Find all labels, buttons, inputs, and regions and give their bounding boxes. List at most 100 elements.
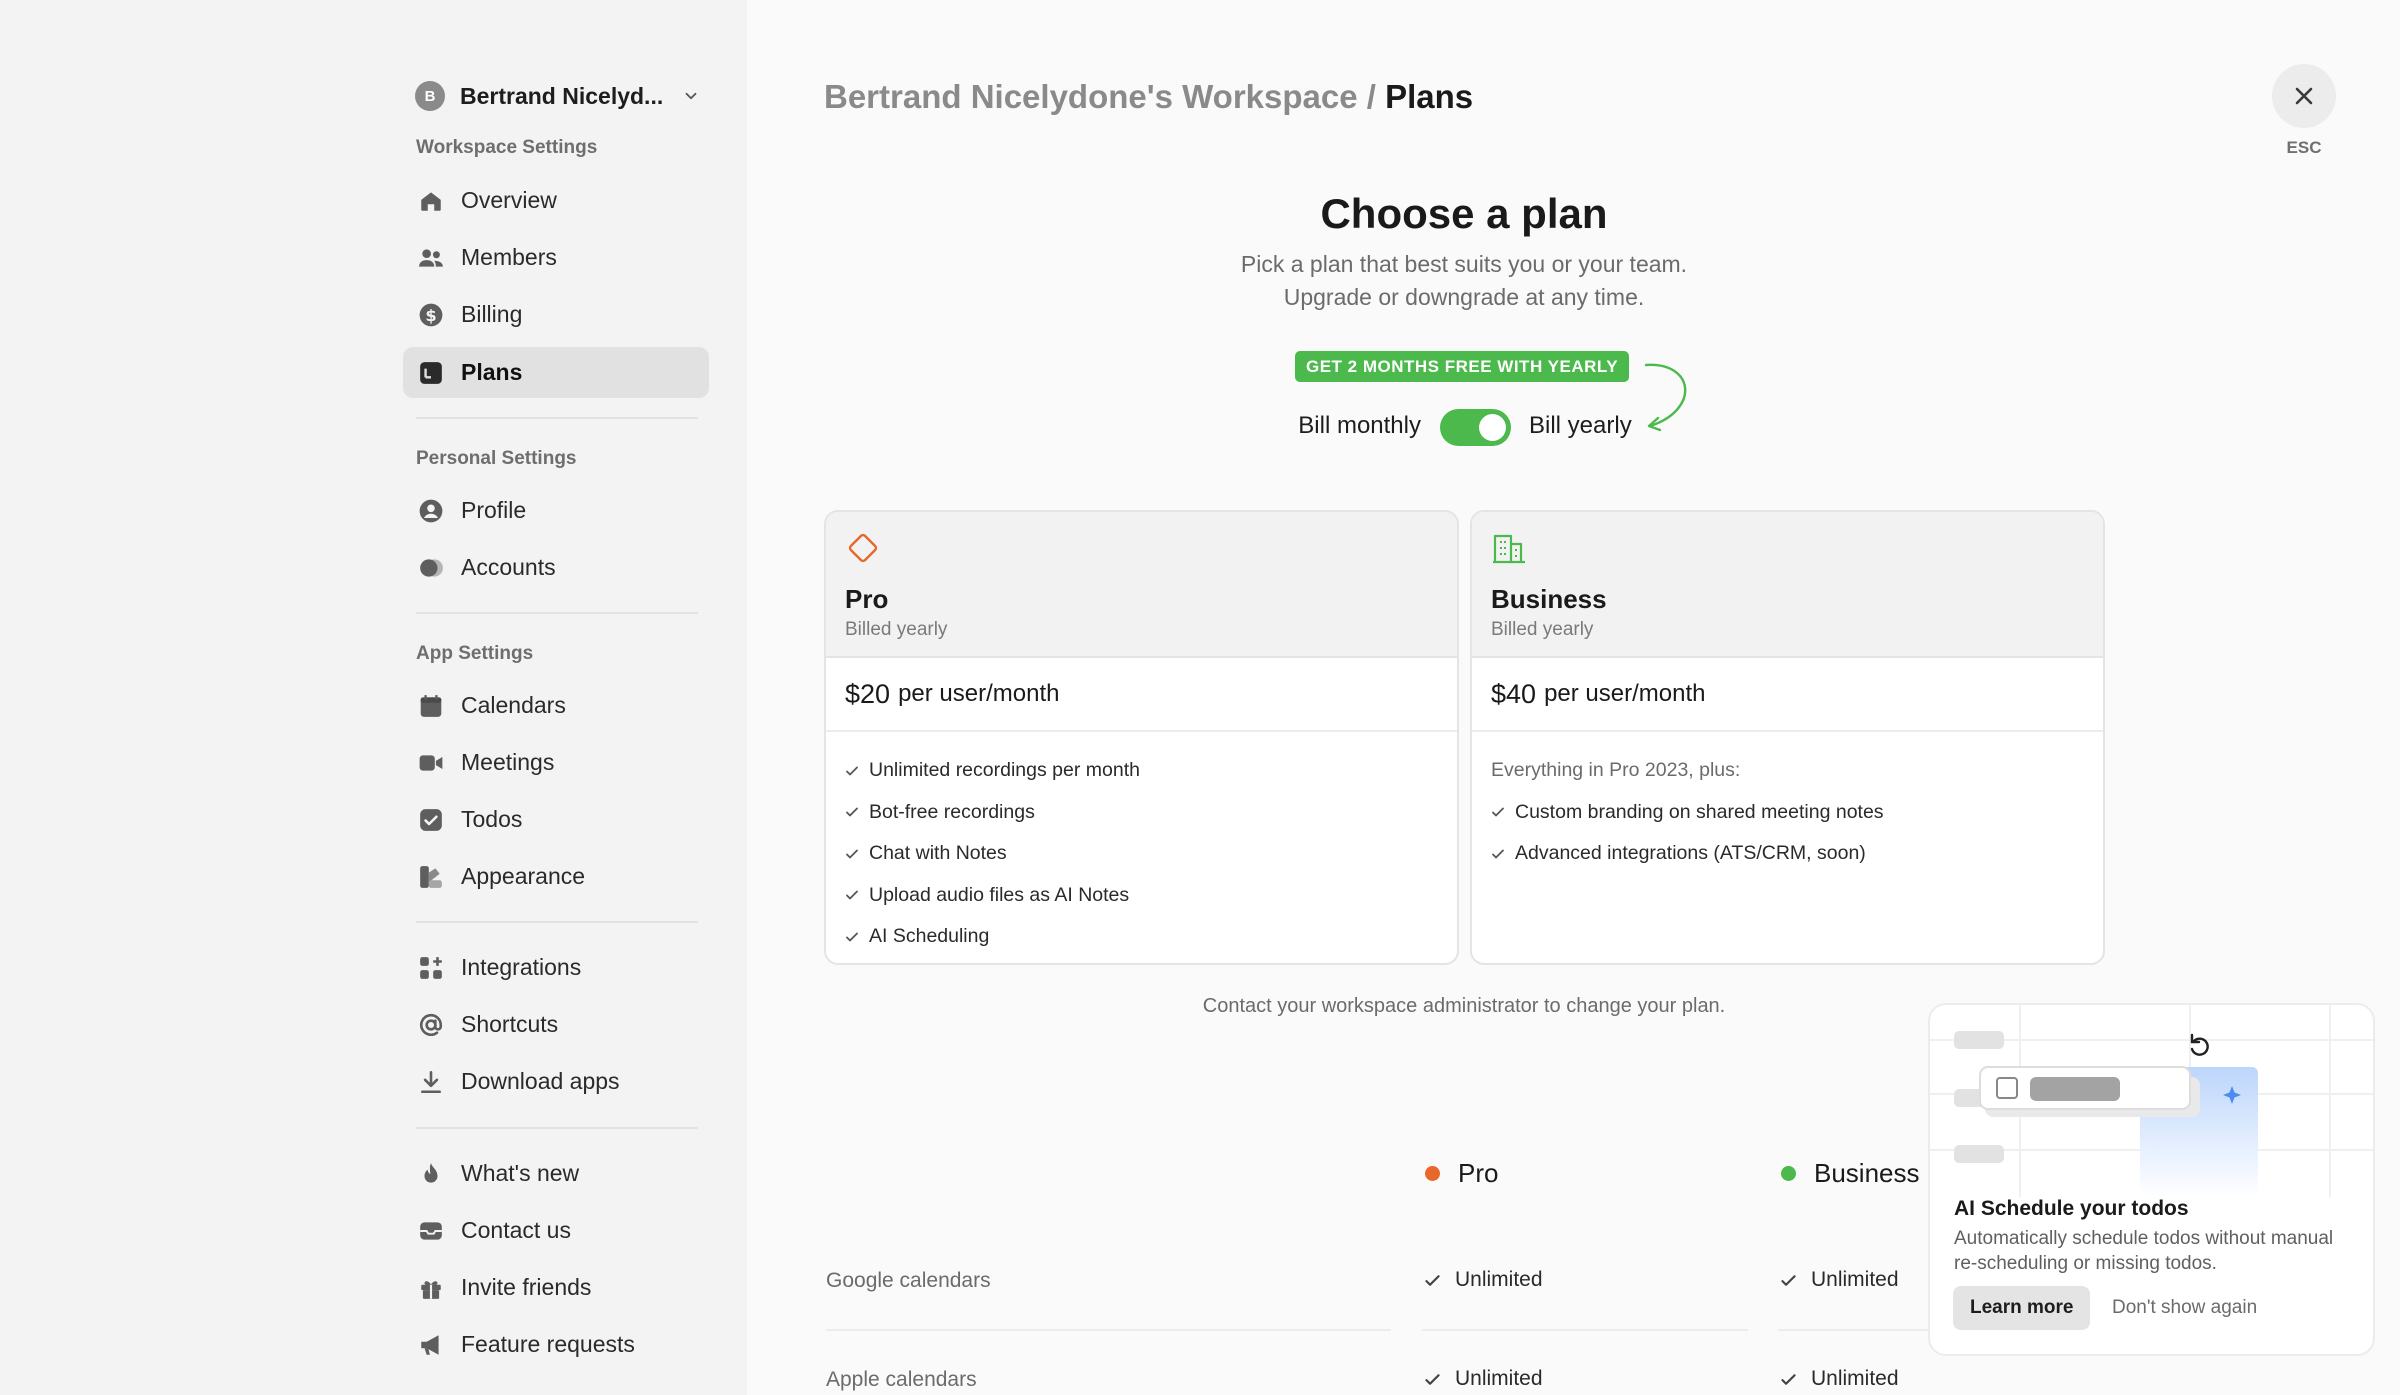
sidebar-item-members[interactable]: Members (403, 232, 709, 283)
sidebar-item-integrations[interactable]: Integrations (403, 942, 709, 993)
check-icon (1492, 849, 1504, 859)
sidebar-item-feature-requests[interactable]: Feature requests (403, 1319, 709, 1370)
workspace-avatar: B (415, 81, 445, 111)
plan-header: Pro Billed yearly (826, 512, 1457, 658)
sidebar-item-meetings[interactable]: Meetings (403, 737, 709, 788)
feature-text: Bot-free recordings (869, 800, 1035, 823)
megaphone-icon (417, 1331, 445, 1359)
contact-admin-note: Contact your workspace administrator to … (1202, 995, 1726, 1017)
popup-description: Automatically schedule todos without man… (1954, 1228, 2334, 1274)
plan-price: $40 per user/month (1472, 658, 2103, 732)
plans-icon (417, 359, 445, 387)
feature-item: Bot-free recordings (845, 792, 1438, 834)
price-amount: $40 (1491, 678, 1537, 709)
svg-text:$: $ (425, 305, 436, 324)
curved-arrow-icon (1644, 363, 1687, 432)
sidebar-item-billing[interactable]: $ Billing (403, 289, 709, 340)
sidebar-item-label: Feature requests (461, 1331, 635, 1357)
plan-price: $20 per user/month (826, 658, 1457, 732)
comparison-column-pro: Pro (1425, 1158, 1498, 1189)
sidebar-item-shortcuts[interactable]: Shortcuts (403, 999, 709, 1050)
schedule-illustration (1930, 1005, 2373, 1197)
sidebar-item-invite-friends[interactable]: Invite friends (403, 1262, 709, 1313)
sidebar-item-label: Appearance (461, 863, 586, 889)
page-title: Choose a plan (1320, 190, 1608, 237)
feature-item: Advanced integrations (ATS/CRM, soon) (1491, 833, 2084, 875)
sidebar-item-label: Invite friends (461, 1274, 592, 1300)
sidebar-item-accounts[interactable]: Accounts (403, 542, 709, 593)
sidebar-item-label: Accounts (461, 554, 556, 580)
accounts-icon (417, 554, 445, 582)
comparison-row-label: Google calendars (826, 1269, 991, 1292)
cell-value: Unlimited (1455, 1367, 1543, 1390)
row-divider (826, 1329, 1391, 1331)
sidebar-item-contact-us[interactable]: Contact us (403, 1205, 709, 1256)
divider (416, 921, 698, 923)
esc-hint: ESC (2286, 138, 2322, 157)
at-icon (417, 1011, 445, 1039)
breadcrumb-workspace[interactable]: Bertrand Nicelydone's Workspace / (824, 78, 1376, 115)
price-unit: per user/month (898, 680, 1060, 707)
close-button[interactable] (2272, 64, 2336, 128)
chevron-down-icon (685, 92, 697, 100)
sidebar: B Bertrand Nicelyd... Workspace Settings… (0, 0, 747, 1395)
sidebar-item-label: Integrations (461, 954, 582, 980)
check-icon (846, 807, 858, 817)
appearance-icon (417, 863, 445, 891)
comparison-cell: Unlimited (1780, 1367, 1899, 1391)
gift-icon (417, 1274, 445, 1302)
page-subtitle: Pick a plan that best suits you or your … (1240, 251, 1688, 310)
workspace-switcher[interactable]: B Bertrand Nicelyd... (415, 79, 700, 113)
dollar-icon: $ (417, 301, 445, 329)
plan-color-dot (1425, 1166, 1440, 1181)
row-divider (1422, 1329, 1748, 1331)
plan-card-pro: Pro Billed yearly $20 per user/month Unl… (824, 510, 1459, 965)
integrations-icon (417, 954, 445, 982)
column-title: Business (1814, 1158, 1920, 1188)
feature-text: Unlimited recordings per month (869, 759, 1140, 782)
download-icon (417, 1068, 445, 1096)
sidebar-item-whats-new[interactable]: What's new (403, 1148, 709, 1199)
personal-settings-label: Personal Settings (416, 448, 577, 469)
plan-billing-cycle: Billed yearly (1491, 619, 1594, 640)
billing-period-toggle[interactable] (1440, 409, 1511, 446)
plan-features: Unlimited recordings per month Bot-free … (826, 732, 1457, 958)
cell-value: Unlimited (1811, 1367, 1899, 1390)
dont-show-again-button[interactable]: Don't show again (2112, 1286, 2257, 1330)
calendar-icon (417, 692, 445, 720)
bill-monthly-label[interactable]: Bill monthly (1219, 412, 1421, 440)
check-icon (1781, 1373, 1796, 1385)
sidebar-item-download-apps[interactable]: Download apps (403, 1056, 709, 1107)
breadcrumb-current: Plans (1385, 78, 1474, 115)
sidebar-item-label: Shortcuts (461, 1011, 559, 1037)
sidebar-item-calendars[interactable]: Calendars (403, 680, 709, 731)
todo-icon (417, 806, 445, 834)
breadcrumb: Bertrand Nicelydone's Workspace / Plans (824, 78, 1473, 116)
sidebar-item-profile[interactable]: Profile (403, 485, 709, 536)
sidebar-item-todos[interactable]: Todos (403, 794, 709, 845)
feature-intro: Everything in Pro 2023, plus: (1491, 759, 1741, 782)
price-amount: $20 (845, 678, 891, 709)
learn-more-button[interactable]: Learn more (1953, 1286, 2091, 1330)
check-icon (1425, 1274, 1440, 1286)
home-icon (417, 187, 445, 215)
feature-item: AI Scheduling (845, 916, 1438, 958)
divider (416, 612, 698, 614)
sidebar-item-overview[interactable]: Overview (403, 175, 709, 226)
sidebar-item-label: Profile (461, 497, 527, 523)
sidebar-item-appearance[interactable]: Appearance (403, 851, 709, 902)
feature-text: Upload audio files as AI Notes (869, 883, 1130, 906)
bill-yearly-label[interactable]: Bill yearly (1529, 412, 1632, 440)
sidebar-item-label: Contact us (461, 1217, 571, 1243)
plan-card-business: Business Billed yearly $40 per user/mont… (1470, 510, 2105, 965)
app-settings-label: App Settings (416, 643, 534, 664)
comparison-row-label: Apple calendars (826, 1368, 977, 1391)
price-unit: per user/month (1544, 680, 1706, 707)
feature-item: Custom branding on shared meeting notes (1491, 792, 2084, 834)
feature-text: Custom branding on shared meeting notes (1515, 800, 1884, 823)
cell-value: Unlimited (1811, 1268, 1899, 1291)
check-icon (846, 766, 858, 776)
sidebar-item-plans[interactable]: Plans (403, 347, 709, 398)
fire-icon (417, 1160, 445, 1188)
row-divider (1778, 1329, 1928, 1331)
